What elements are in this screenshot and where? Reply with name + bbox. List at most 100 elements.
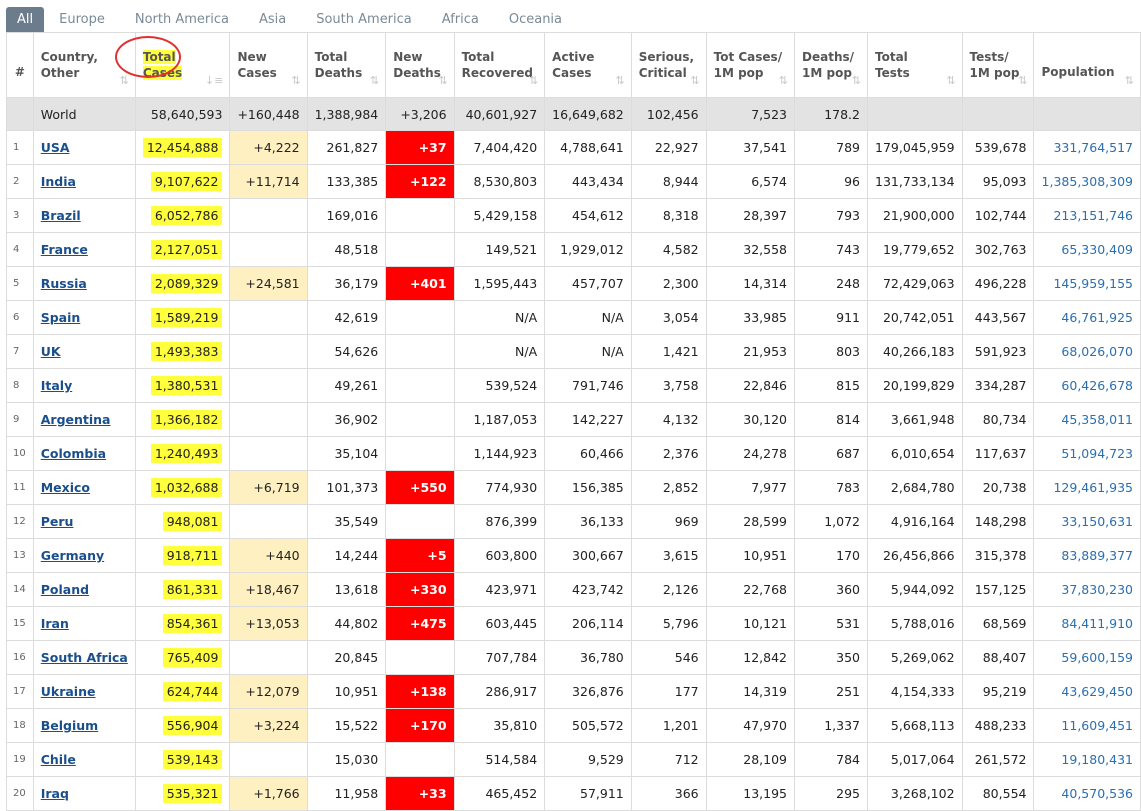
tab-oceania[interactable]: Oceania: [494, 7, 577, 33]
tab-europe[interactable]: Europe: [44, 7, 120, 33]
tab-asia[interactable]: Asia: [244, 7, 301, 33]
column-header-1[interactable]: Country, Other ⇅: [32, 32, 136, 98]
country-cell[interactable]: Italy: [32, 368, 136, 403]
column-header-13[interactable]: Population ⇅: [1033, 32, 1141, 98]
column-header-11[interactable]: Total Tests ⇅: [867, 32, 963, 98]
total-recovered-cell: 707,784: [453, 640, 546, 675]
sort-arrows-icon[interactable]: ⇅: [616, 73, 625, 89]
country-cell[interactable]: UK: [32, 334, 136, 369]
country-link[interactable]: Colombia: [41, 446, 106, 461]
column-header-3[interactable]: New Cases ⇅: [229, 32, 308, 98]
country-link[interactable]: Argentina: [41, 412, 111, 427]
population-cell[interactable]: 331,764,517: [1033, 130, 1141, 165]
country-link[interactable]: Spain: [41, 310, 81, 325]
country-link[interactable]: France: [41, 242, 88, 257]
sort-desc-icon[interactable]: ↓≡: [205, 73, 223, 89]
column-header-12[interactable]: Tests/1M pop ⇅: [961, 32, 1035, 98]
tab-north-america[interactable]: North America: [120, 7, 244, 33]
country-cell[interactable]: Argentina: [32, 402, 136, 437]
column-header-6[interactable]: Total Recovered ⇅: [453, 32, 546, 98]
population-cell[interactable]: 37,830,230: [1033, 572, 1141, 607]
population-cell[interactable]: 46,761,925: [1033, 300, 1141, 335]
deaths-per-million-cell: 170: [794, 538, 868, 573]
population-cell[interactable]: 60,426,678: [1033, 368, 1141, 403]
country-cell[interactable]: India: [32, 164, 136, 199]
country-cell[interactable]: Iraq: [32, 776, 136, 811]
country-cell[interactable]: Peru: [32, 504, 136, 539]
sort-arrows-icon[interactable]: ⇅: [438, 73, 447, 89]
country-cell[interactable]: Iran: [32, 606, 136, 641]
sort-arrows-icon[interactable]: ⇅: [370, 73, 379, 89]
sort-arrows-icon[interactable]: ⇅: [1125, 73, 1134, 89]
sort-arrows-icon[interactable]: ⇅: [529, 73, 538, 89]
total-deaths-cell: 101,373: [306, 470, 387, 505]
sort-arrows-icon[interactable]: ⇅: [852, 73, 861, 89]
column-header-10[interactable]: Deaths/1M pop ⇅: [794, 32, 868, 98]
population-cell[interactable]: 19,180,431: [1033, 742, 1141, 777]
tab-south-america[interactable]: South America: [301, 7, 427, 33]
population-cell[interactable]: 129,461,935: [1033, 470, 1141, 505]
country-cell[interactable]: USA: [32, 130, 136, 165]
country-cell[interactable]: Belgium: [32, 708, 136, 743]
population-cell[interactable]: 59,600,159: [1033, 640, 1141, 675]
column-header-2[interactable]: Total Cases ↓≡: [134, 32, 231, 98]
country-cell[interactable]: Spain: [32, 300, 136, 335]
country-link[interactable]: Iraq: [41, 786, 69, 801]
serious-critical-cell: 712: [630, 742, 707, 777]
country-link[interactable]: Belgium: [41, 718, 98, 733]
population-cell[interactable]: 40,570,536: [1033, 776, 1141, 811]
column-header-4[interactable]: Total Deaths ⇅: [306, 32, 387, 98]
country-link[interactable]: UK: [41, 344, 61, 359]
column-header-9[interactable]: Tot Cases/1M pop ⇅: [705, 32, 796, 98]
column-header-5[interactable]: New Deaths ⇅: [385, 32, 455, 98]
country-link[interactable]: Brazil: [41, 208, 81, 223]
country-cell[interactable]: Brazil: [32, 198, 136, 233]
country-link[interactable]: Poland: [41, 582, 89, 597]
sort-arrows-icon[interactable]: ⇅: [779, 73, 788, 89]
column-header-0[interactable]: #: [6, 32, 34, 98]
tests-per-million-cell: 539,678: [961, 130, 1035, 165]
population-cell[interactable]: 68,026,070: [1033, 334, 1141, 369]
population-cell[interactable]: 43,629,450: [1033, 674, 1141, 709]
tab-all[interactable]: All: [6, 7, 45, 33]
country-link[interactable]: Italy: [41, 378, 73, 393]
population-cell[interactable]: 213,151,746: [1033, 198, 1141, 233]
country-cell[interactable]: Colombia: [32, 436, 136, 471]
sort-arrows-icon[interactable]: ⇅: [946, 73, 955, 89]
population-cell[interactable]: 51,094,723: [1033, 436, 1141, 471]
population-cell[interactable]: 145,959,155: [1033, 266, 1141, 301]
country-cell[interactable]: Poland: [32, 572, 136, 607]
country-link[interactable]: South Africa: [41, 650, 128, 665]
country-cell[interactable]: Germany: [32, 538, 136, 573]
country-cell[interactable]: Russia: [32, 266, 136, 301]
country-cell[interactable]: Chile: [32, 742, 136, 777]
country-link[interactable]: Ukraine: [41, 684, 96, 699]
country-link[interactable]: India: [41, 174, 76, 189]
population-cell[interactable]: 33,150,631: [1033, 504, 1141, 539]
sort-arrows-icon[interactable]: ⇅: [690, 73, 699, 89]
population-cell[interactable]: 11,609,451: [1033, 708, 1141, 743]
country-cell[interactable]: France: [32, 232, 136, 267]
country-link[interactable]: Peru: [41, 514, 74, 529]
population-cell[interactable]: 1,385,308,309: [1033, 164, 1141, 199]
population-cell[interactable]: 65,330,409: [1033, 232, 1141, 267]
column-header-8[interactable]: Serious, Critical ⇅: [630, 32, 707, 98]
country-cell[interactable]: South Africa: [32, 640, 136, 675]
column-header-7[interactable]: Active Cases ⇅: [544, 32, 632, 98]
country-link[interactable]: USA: [41, 140, 70, 155]
population-cell[interactable]: [1033, 97, 1141, 131]
country-cell[interactable]: Mexico: [32, 470, 136, 505]
country-link[interactable]: Iran: [41, 616, 69, 631]
country-cell[interactable]: Ukraine: [32, 674, 136, 709]
tab-africa[interactable]: Africa: [427, 7, 494, 33]
sort-arrows-icon[interactable]: ⇅: [291, 73, 300, 89]
country-link[interactable]: Germany: [41, 548, 104, 563]
country-link[interactable]: Mexico: [41, 480, 90, 495]
country-link[interactable]: Chile: [41, 752, 76, 767]
sort-arrows-icon[interactable]: ⇅: [1018, 73, 1027, 89]
country-link[interactable]: Russia: [41, 276, 87, 291]
population-cell[interactable]: 83,889,377: [1033, 538, 1141, 573]
population-cell[interactable]: 84,411,910: [1033, 606, 1141, 641]
population-cell[interactable]: 45,358,011: [1033, 402, 1141, 437]
sort-arrows-icon[interactable]: ⇅: [120, 73, 129, 89]
